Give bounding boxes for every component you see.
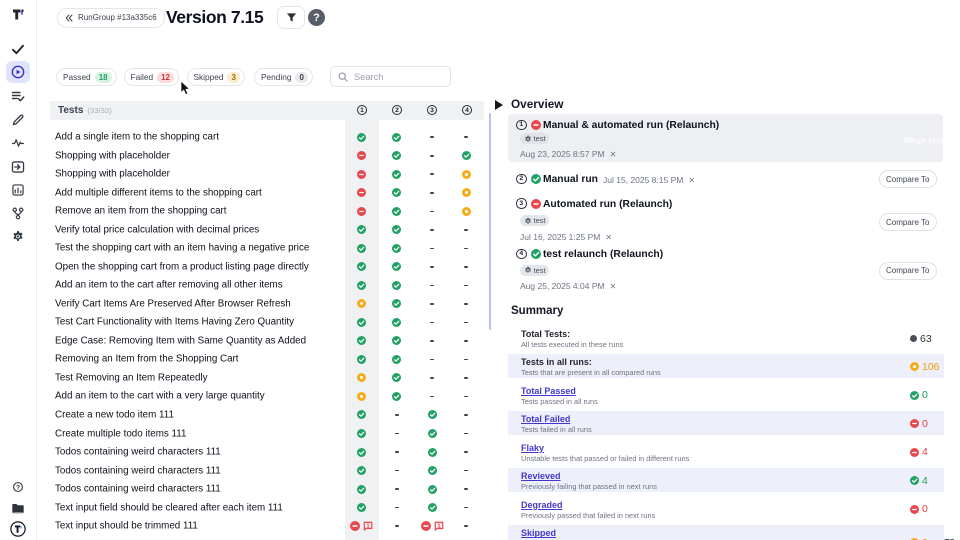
svg-text:?: ? xyxy=(16,484,20,491)
